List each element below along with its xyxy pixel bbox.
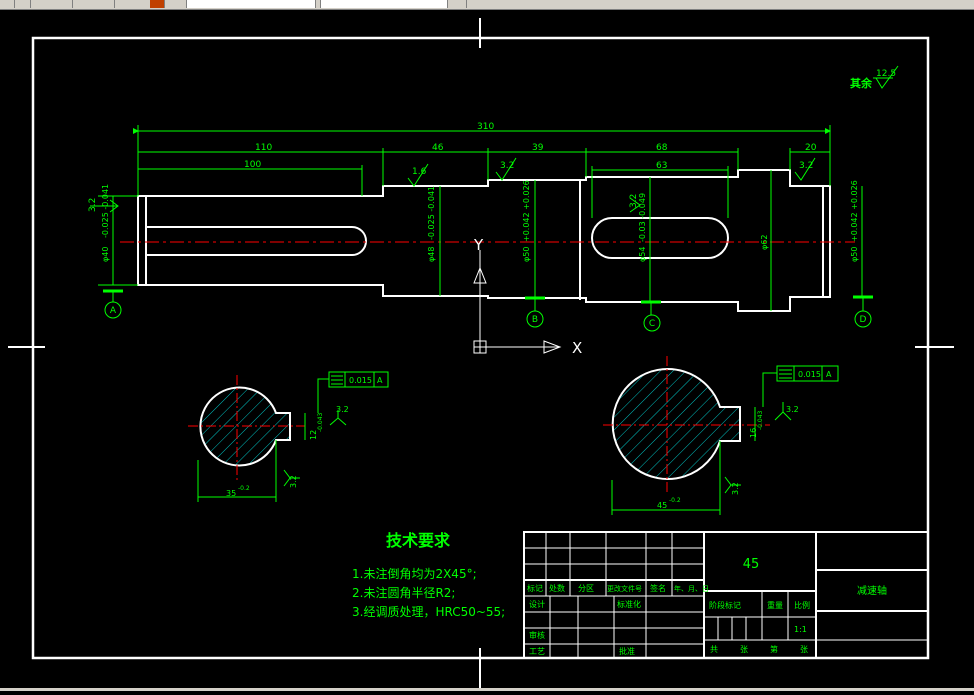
datum-labels: A B C D <box>110 306 867 329</box>
svg-text:张: 张 <box>740 645 748 654</box>
svg-text:310: 310 <box>477 122 494 132</box>
svg-text:C: C <box>649 319 655 329</box>
svg-text:审核: 审核 <box>529 630 545 640</box>
cad-drawing: 其余 12.5 310 110 100 46 39 68 63 20 1.6 3… <box>8 18 954 688</box>
svg-text:φ50: φ50 <box>850 247 859 262</box>
svg-text:分区: 分区 <box>578 584 594 593</box>
svg-text:3.2: 3.2 <box>799 161 813 171</box>
svg-text:标记: 标记 <box>527 583 543 593</box>
svg-text:比例: 比例 <box>794 600 810 610</box>
svg-text:45: 45 <box>657 501 667 510</box>
properties-icon[interactable] <box>150 0 165 8</box>
svg-text:20: 20 <box>805 143 817 153</box>
svg-text:φ48: φ48 <box>427 247 436 262</box>
svg-text:100: 100 <box>244 160 261 170</box>
svg-text:处数: 处数 <box>549 583 565 593</box>
ucs-icon <box>473 250 562 354</box>
help-icon[interactable] <box>452 0 467 8</box>
svg-text:68: 68 <box>656 143 668 153</box>
svg-text:0.015: 0.015 <box>349 376 372 385</box>
svg-text:63: 63 <box>656 161 667 171</box>
svg-text:46: 46 <box>432 143 444 153</box>
title-block-text: 45 减速轴 标记 处数 分区 更改文件号 签名 年、月、日 设计 标准化 审核… <box>527 557 887 656</box>
tech-requirement-item: 3.经调质处理，HRC50~55; <box>352 605 505 619</box>
top-dimension-labels: 310 110 100 46 39 68 63 20 <box>244 122 817 171</box>
svg-text:D: D <box>860 315 867 325</box>
svg-text:阶段标记: 阶段标记 <box>709 600 741 610</box>
svg-text:Y: Y <box>473 236 484 254</box>
toolbar <box>0 0 974 10</box>
svg-text:-0.03 -0.049: -0.03 -0.049 <box>638 193 647 242</box>
svg-text:B: B <box>532 315 538 325</box>
svg-text:3.2: 3.2 <box>336 405 349 414</box>
svg-text:0.015: 0.015 <box>798 370 821 379</box>
svg-text:工艺: 工艺 <box>529 647 545 656</box>
svg-text:-0.025 -0.041: -0.025 -0.041 <box>101 184 110 238</box>
svg-text:φ54: φ54 <box>638 247 647 262</box>
open-file-icon[interactable] <box>16 0 31 8</box>
svg-text:A: A <box>377 376 383 385</box>
svg-text:φ62: φ62 <box>760 235 769 250</box>
svg-text:φ50: φ50 <box>522 247 531 262</box>
svg-text:-0.2: -0.2 <box>669 497 681 504</box>
undo-icon[interactable] <box>100 0 115 8</box>
svg-text:其余: 其余 <box>850 76 873 90</box>
svg-text:3.2: 3.2 <box>731 482 740 495</box>
linetype-combo[interactable] <box>320 0 448 8</box>
svg-text:-0.025 -0.041: -0.025 -0.041 <box>427 186 436 240</box>
part-name: 减速轴 <box>857 584 887 597</box>
top-dimensions <box>133 125 831 218</box>
section-left: 0.015 A 12 -0.043 35 -0.2 3.2 3.2 <box>188 371 389 502</box>
svg-text:设计: 设计 <box>529 599 545 609</box>
svg-text:-0.043: -0.043 <box>757 410 764 430</box>
svg-text:签名: 签名 <box>650 583 666 593</box>
svg-text:-0.2: -0.2 <box>238 485 250 492</box>
svg-text:-0.043: -0.043 <box>317 412 324 432</box>
svg-text:+0.042 +0.026: +0.042 +0.026 <box>522 180 531 242</box>
svg-text:更改文件号: 更改文件号 <box>607 584 642 593</box>
section-right: 0.015 A 16 -0.043 45 -0.2 3.2 3.2 <box>603 356 839 515</box>
tech-requirements-title: 技术要求 <box>386 531 451 550</box>
layer-combo[interactable] <box>186 0 316 8</box>
svg-text:A: A <box>110 306 117 316</box>
svg-text:张: 张 <box>800 645 808 654</box>
svg-text:年、月、日: 年、月、日 <box>674 584 709 593</box>
svg-text:+0.042 +0.026: +0.042 +0.026 <box>850 180 859 242</box>
svg-text:φ40: φ40 <box>101 247 110 262</box>
svg-text:批准: 批准 <box>619 646 635 656</box>
svg-text:3.2: 3.2 <box>786 405 799 414</box>
svg-text:1.6: 1.6 <box>412 167 427 177</box>
svg-text:35: 35 <box>226 489 236 498</box>
tech-requirement-item: 2.未注圆角半径R2; <box>352 585 455 600</box>
svg-text:A: A <box>826 370 832 379</box>
roughness-note: 其余 12.5 <box>850 65 899 90</box>
svg-text:标准化: 标准化 <box>617 599 641 609</box>
svg-text:110: 110 <box>255 143 272 153</box>
svg-text:3.2: 3.2 <box>500 161 514 171</box>
svg-text:X: X <box>572 339 582 357</box>
svg-text:1:1: 1:1 <box>794 625 807 634</box>
new-file-icon[interactable] <box>0 0 15 8</box>
svg-text:3.2: 3.2 <box>88 198 98 212</box>
material: 45 <box>743 557 760 572</box>
pan-icon[interactable] <box>58 0 73 8</box>
svg-text:共: 共 <box>710 645 718 654</box>
svg-text:39: 39 <box>532 143 544 153</box>
svg-text:重量: 重量 <box>767 600 783 610</box>
tech-requirement-item: 1.未注倒角均为2X45°; <box>352 566 477 581</box>
svg-text:第: 第 <box>770 644 778 654</box>
drawing-canvas[interactable]: 其余 12.5 310 110 100 46 39 68 63 20 1.6 3… <box>0 10 974 691</box>
svg-text:3.2: 3.2 <box>289 475 298 488</box>
shaft-outline <box>137 169 831 312</box>
tech-requirements: 技术要求 1.未注倒角均为2X45°; 2.未注圆角半径R2; 3.经调质处理，… <box>352 531 505 619</box>
